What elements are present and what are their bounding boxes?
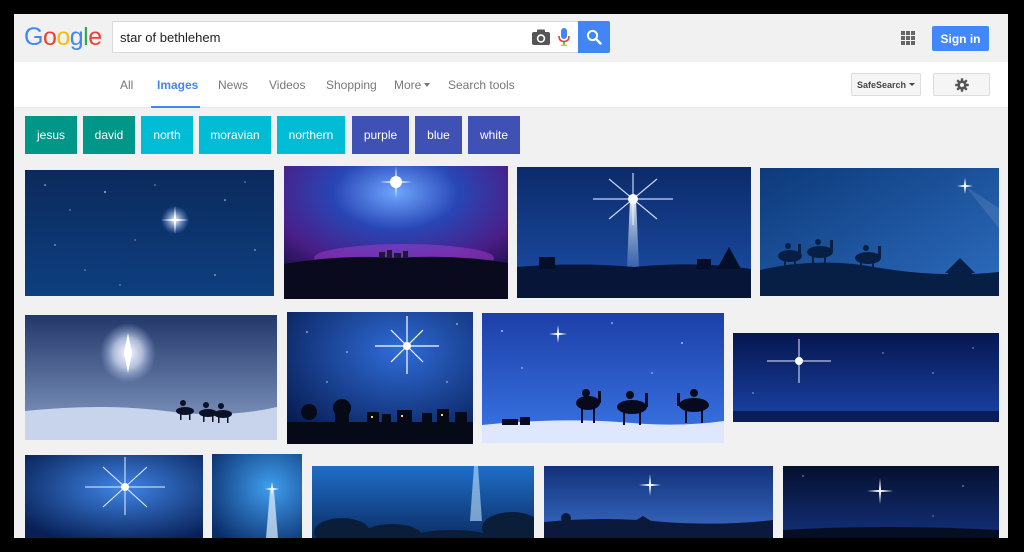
top-bar: Google Sign i [14, 14, 1008, 62]
bright-star-image [733, 333, 999, 422]
image-result[interactable] [544, 466, 773, 538]
starry-sky-image [25, 170, 274, 296]
image-result[interactable] [287, 312, 473, 444]
settings-button[interactable] [933, 73, 990, 96]
image-result[interactable] [517, 167, 751, 298]
safesearch-label: SafeSearch [856, 79, 907, 90]
sign-in-button[interactable]: Sign in [932, 26, 989, 51]
tab-all[interactable]: All [120, 78, 133, 92]
chip-purple[interactable]: purple [352, 116, 409, 154]
camera-icon[interactable] [531, 28, 551, 46]
star-night-sky-image [783, 466, 999, 538]
google-logo[interactable]: Google [24, 23, 102, 52]
search-box [112, 21, 580, 53]
tab-search-tools[interactable]: Search tools [448, 78, 515, 92]
logo-letter: e [88, 23, 102, 51]
image-result[interactable] [733, 333, 999, 422]
logo-letter: g [69, 23, 84, 51]
wise-men-camels-image [760, 168, 999, 296]
tab-news[interactable]: News [218, 78, 248, 92]
gear-icon [954, 77, 969, 92]
logo-letter: o [56, 23, 70, 51]
search-nav: All Images News Videos Shopping More Sea… [14, 62, 1008, 108]
image-result[interactable] [482, 313, 724, 443]
browser-window: Google Sign i [14, 14, 1008, 538]
apps-grid-icon[interactable] [901, 31, 915, 45]
image-result[interactable] [284, 166, 508, 299]
chip-jesus[interactable]: jesus [25, 116, 77, 154]
microphone-icon[interactable] [557, 27, 571, 47]
blue-star-burst-image [25, 455, 203, 538]
chip-white[interactable]: white [468, 116, 520, 154]
image-result[interactable] [783, 466, 999, 538]
caret-down-icon [909, 83, 916, 86]
star-over-village-image [544, 466, 773, 538]
tab-images[interactable]: Images [157, 78, 198, 92]
image-result[interactable] [212, 454, 302, 538]
search-input[interactable] [120, 22, 520, 52]
star-beam-image [517, 167, 751, 298]
glowing-star-desert-image [25, 315, 277, 440]
chip-david[interactable]: david [83, 116, 135, 154]
tab-more[interactable]: More [394, 78, 431, 92]
chip-moravian[interactable]: moravian [199, 116, 271, 154]
three-wise-men-image [482, 313, 724, 443]
image-result[interactable] [312, 466, 534, 538]
logo-letter: G [24, 23, 43, 51]
image-result[interactable] [25, 170, 274, 296]
chip-northern[interactable]: northern [277, 116, 345, 154]
search-icon [586, 29, 602, 45]
logo-letter: o [42, 23, 57, 51]
image-result[interactable] [25, 315, 277, 440]
chip-blue[interactable]: blue [415, 116, 462, 154]
tab-more-label: More [394, 78, 422, 92]
search-button[interactable] [578, 21, 610, 53]
tab-shopping[interactable]: Shopping [326, 78, 377, 92]
caret-down-icon [424, 83, 431, 87]
chip-north[interactable]: north [141, 116, 193, 154]
tab-videos[interactable]: Videos [269, 78, 305, 92]
image-result[interactable] [760, 168, 999, 296]
star-beam-narrow-image [212, 454, 302, 538]
image-result[interactable] [25, 455, 203, 538]
star-over-city-image [284, 166, 508, 299]
star-over-trees-image [312, 466, 534, 538]
star-over-bethlehem-image [287, 312, 473, 444]
active-tab-indicator [151, 106, 200, 108]
safesearch-dropdown[interactable]: SafeSearch [851, 73, 921, 96]
